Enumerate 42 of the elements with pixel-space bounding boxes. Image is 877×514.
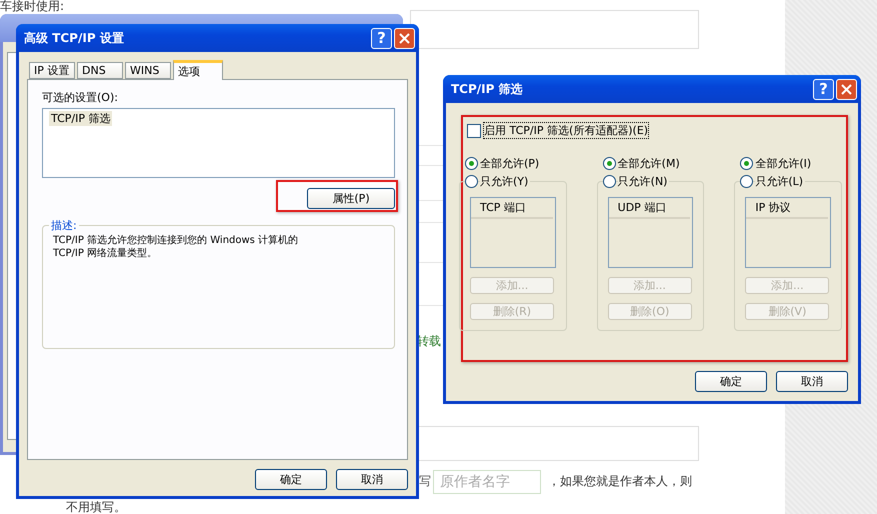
description-text: TCP/IP 筛选允许您控制连接到您的 Windows 计算机的 bbox=[53, 234, 300, 247]
page-text: ，如果您就是作者本人，则 bbox=[548, 475, 692, 488]
radio-option[interactable]: 全部允许(M) bbox=[596, 154, 704, 172]
close-icon bbox=[841, 84, 852, 94]
column-header: IP 协议 bbox=[746, 198, 828, 219]
port-list[interactable]: UDP 端口 bbox=[608, 197, 694, 268]
tab[interactable]: IP 设置 bbox=[29, 62, 75, 79]
close-button[interactable] bbox=[394, 28, 415, 48]
author-field[interactable]: 原作者名字 bbox=[433, 470, 541, 494]
close-button[interactable] bbox=[836, 78, 857, 100]
field-label: 可选的设置(O): bbox=[42, 90, 119, 105]
help-button[interactable]: ? bbox=[371, 28, 392, 48]
radio-option[interactable]: 全部允许(I) bbox=[734, 154, 842, 172]
page-text: 写 bbox=[419, 475, 431, 488]
dialog-button[interactable]: 取消 bbox=[336, 469, 408, 490]
dialog-button[interactable]: 确定 bbox=[255, 469, 327, 490]
dialog-button[interactable]: 确定 bbox=[695, 371, 767, 392]
tab[interactable]: WINS bbox=[125, 62, 171, 79]
radio-option[interactable]: 全部允许(P) bbox=[459, 154, 567, 172]
description-text: TCP/IP 网络流量类型。 bbox=[53, 247, 158, 260]
help-button[interactable]: ? bbox=[813, 78, 834, 100]
radio-option[interactable]: 只允许(Y) bbox=[459, 172, 567, 190]
window-title: TCP/IP 筛选 bbox=[451, 80, 524, 98]
radio-option[interactable]: 只允许(N) bbox=[596, 172, 704, 190]
group-label: 描述: bbox=[49, 218, 79, 233]
radio-option[interactable]: 只允许(L) bbox=[734, 172, 842, 190]
column-header: UDP 端口 bbox=[608, 198, 690, 219]
enable-checkbox[interactable]: 启用 TCP/IP 筛选(所有适配器)(E) bbox=[467, 123, 842, 138]
column-header: TCP 端口 bbox=[471, 198, 553, 219]
dialog-button[interactable]: 取消 bbox=[776, 371, 848, 392]
tab[interactable]: DNS bbox=[77, 62, 123, 79]
list-item[interactable]: TCP/IP 筛选 bbox=[49, 111, 112, 126]
tab[interactable]: 选项 bbox=[173, 60, 223, 80]
note-text: 不用填写。 bbox=[66, 501, 126, 514]
settings-list[interactable]: TCP/IP 筛选 bbox=[42, 108, 395, 178]
page-text: 车接时使用: bbox=[0, 0, 64, 13]
port-list[interactable]: IP 协议 bbox=[745, 197, 831, 268]
close-icon bbox=[399, 32, 410, 44]
text-field[interactable] bbox=[410, 10, 699, 49]
port-list[interactable]: TCP 端口 bbox=[470, 197, 556, 268]
properties-button[interactable]: 属性(P) bbox=[307, 188, 395, 209]
window-title: 高级 TCP/IP 设置 bbox=[24, 30, 125, 46]
